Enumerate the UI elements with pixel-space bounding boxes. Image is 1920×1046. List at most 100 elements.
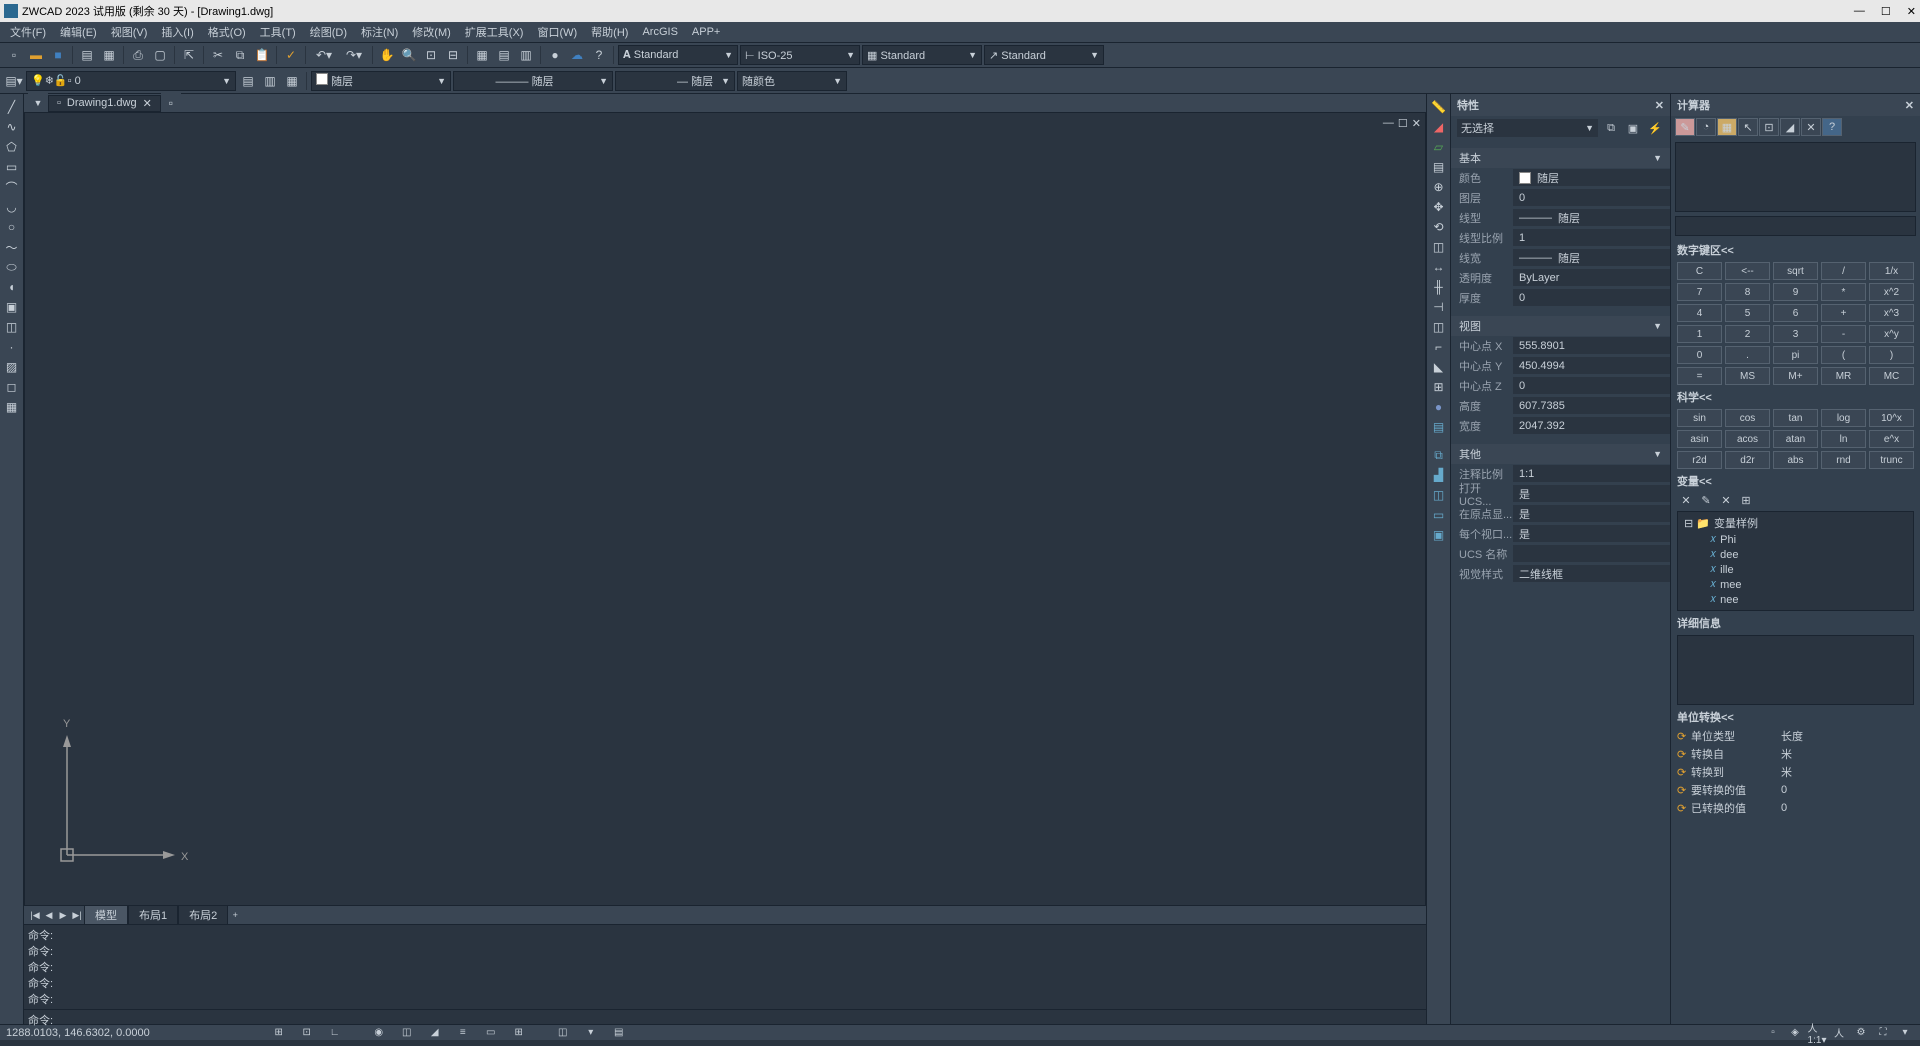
doc-maximize-button[interactable]: ☐ [1398, 117, 1408, 130]
plotstyle-combo[interactable]: 随颜色▼ [737, 71, 847, 91]
unit-row[interactable]: ⟳已转换的值0 [1671, 799, 1920, 817]
status-r3[interactable]: 人 [1830, 1026, 1848, 1040]
calc-key[interactable]: 2 [1725, 325, 1770, 343]
calc-hist-button[interactable]: ◔ [1696, 118, 1716, 136]
tab-prev-button[interactable]: ◀ [42, 908, 56, 922]
variable-item[interactable]: 𝑥 Phi [1680, 532, 1911, 547]
calc-key[interactable]: 6 [1773, 304, 1818, 322]
property-row[interactable]: 宽度2047.392 [1451, 416, 1670, 436]
qp-toggle[interactable]: ▾ [582, 1026, 600, 1040]
mirror-tool[interactable]: ▟ [1429, 466, 1449, 484]
spline-tool[interactable]: ～ [2, 238, 22, 256]
calc-close-button[interactable]: ✕ [1905, 99, 1914, 112]
new-button[interactable]: ▫ [4, 45, 24, 65]
cycle-toggle[interactable]: ◫ [554, 1026, 572, 1040]
variable-item[interactable]: 𝑥 dee [1680, 547, 1911, 562]
arc2-tool[interactable]: ◡ [2, 198, 22, 216]
var-new-button[interactable]: ✕ [1677, 491, 1695, 509]
menu-item[interactable]: 窗口(W) [531, 22, 583, 42]
layer-state-button[interactable]: ▦ [282, 71, 302, 91]
calc-key[interactable]: sin [1677, 409, 1722, 427]
menu-item[interactable]: APP+ [686, 24, 726, 40]
menu-item[interactable]: ArcGIS [636, 24, 683, 40]
zoom-prev-button[interactable]: ⊟ [443, 45, 463, 65]
lineweight-combo[interactable]: — 随层▼ [615, 71, 735, 91]
calc-clear-button[interactable]: ✎ [1675, 118, 1695, 136]
osnap-toggle[interactable]: ◫ [398, 1026, 416, 1040]
offset-tool[interactable]: ◫ [1429, 486, 1449, 504]
explode-tool[interactable]: ▣ [1429, 526, 1449, 544]
panel-close-button[interactable]: ✕ [1655, 99, 1664, 112]
calc-key[interactable]: 9 [1773, 283, 1818, 301]
property-row[interactable]: 厚度0 [1451, 288, 1670, 308]
calc-key[interactable]: sqrt [1773, 262, 1818, 280]
close-tab-icon[interactable]: ✕ [143, 97, 152, 110]
variables-header[interactable]: 变量<< [1671, 471, 1920, 491]
layer-combo[interactable]: 💡❄🔓▫ 0▼ [26, 71, 236, 91]
variable-item[interactable]: 𝑥 mee [1680, 577, 1911, 592]
list-tool[interactable]: ▤ [1429, 158, 1449, 176]
property-row[interactable]: 每个视口...是 [1451, 524, 1670, 544]
drawing-canvas[interactable]: — ☐ ✕ Y X [24, 112, 1426, 906]
variables-list[interactable]: ⊟ 📁 变量样例 𝑥 Phi𝑥 dee𝑥 ille𝑥 mee𝑥 nee𝑥 rad [1677, 511, 1914, 611]
status-r5[interactable]: ⛶ [1874, 1026, 1892, 1040]
tab-last-button[interactable]: ▶| [70, 908, 84, 922]
calc-key[interactable]: x^2 [1869, 283, 1914, 301]
grid1-button[interactable]: ▦ [472, 45, 492, 65]
tool1-button[interactable]: ● [545, 45, 565, 65]
calc-key[interactable]: ln [1821, 430, 1866, 448]
text-style-combo[interactable]: 𝐀 Standard▼ [618, 45, 738, 65]
break-tool[interactable]: ◫ [1429, 318, 1449, 336]
lwt-toggle[interactable]: ≡ [454, 1026, 472, 1040]
calc-key[interactable]: 8 [1725, 283, 1770, 301]
status-r6[interactable]: ▾ [1896, 1026, 1914, 1040]
property-row[interactable]: 视觉样式二维线框 [1451, 564, 1670, 584]
print-button[interactable]: ⎙ [128, 45, 148, 65]
erase-tool[interactable]: ▭ [1429, 506, 1449, 524]
publish-button[interactable]: ⇱ [179, 45, 199, 65]
ellipse-arc-tool[interactable]: ◖ [2, 278, 22, 296]
calc-key[interactable]: trunc [1869, 451, 1914, 469]
calc-key[interactable]: acos [1725, 430, 1770, 448]
var-del-button[interactable]: ✕ [1717, 491, 1735, 509]
status-r2[interactable]: ◈ [1786, 1026, 1804, 1040]
status-r4[interactable]: ⚙ [1852, 1026, 1870, 1040]
line-tool[interactable]: ╱ [2, 98, 22, 116]
calc-key[interactable]: MS [1725, 367, 1770, 385]
menu-item[interactable]: 编辑(E) [54, 22, 103, 42]
scientific-header[interactable]: 科学<< [1671, 387, 1920, 407]
arc-tool[interactable]: ⌒ [2, 178, 22, 196]
status-r1[interactable]: ▫ [1764, 1026, 1782, 1040]
copy-button[interactable]: ⧉ [230, 45, 250, 65]
layer-props-button[interactable]: ▤▾ [4, 71, 24, 91]
hatch-tool[interactable]: ▨ [2, 358, 22, 376]
var-calc-button[interactable]: ⊞ [1737, 491, 1755, 509]
polar-toggle[interactable]: ◉ [370, 1026, 388, 1040]
minimize-button[interactable]: — [1854, 5, 1865, 18]
maximize-button[interactable]: ☐ [1881, 5, 1891, 18]
calc-input[interactable] [1675, 216, 1916, 236]
snap-toggle[interactable]: ⊡ [298, 1026, 316, 1040]
tab-menu-button[interactable]: ▼ [28, 93, 48, 113]
selection-combo[interactable]: 无选择▼ [1457, 119, 1598, 137]
property-row[interactable]: 中心点 Z0 [1451, 376, 1670, 396]
calc-key[interactable]: x^y [1869, 325, 1914, 343]
calc-key[interactable]: + [1821, 304, 1866, 322]
menu-item[interactable]: 修改(M) [406, 22, 457, 42]
polygon-tool[interactable]: ⬠ [2, 138, 22, 156]
property-row[interactable]: 高度607.7385 [1451, 396, 1670, 416]
rect-tool[interactable]: ▭ [2, 158, 22, 176]
calc-key[interactable]: = [1677, 367, 1722, 385]
calc-key[interactable]: asin [1677, 430, 1722, 448]
property-row[interactable]: 线型比例1 [1451, 228, 1670, 248]
help-button[interactable]: ? [589, 45, 609, 65]
variable-item[interactable]: 𝑥 rad [1680, 607, 1911, 611]
calc-key[interactable]: MR [1821, 367, 1866, 385]
calc-key[interactable]: ) [1869, 346, 1914, 364]
numpad-header[interactable]: 数字键区<< [1671, 240, 1920, 260]
var-edit-button[interactable]: ✎ [1697, 491, 1715, 509]
sheet2-button[interactable]: ▦ [99, 45, 119, 65]
otrack-toggle[interactable]: ◢ [426, 1026, 444, 1040]
calc-key[interactable]: 1 [1677, 325, 1722, 343]
calc-key[interactable]: pi [1773, 346, 1818, 364]
